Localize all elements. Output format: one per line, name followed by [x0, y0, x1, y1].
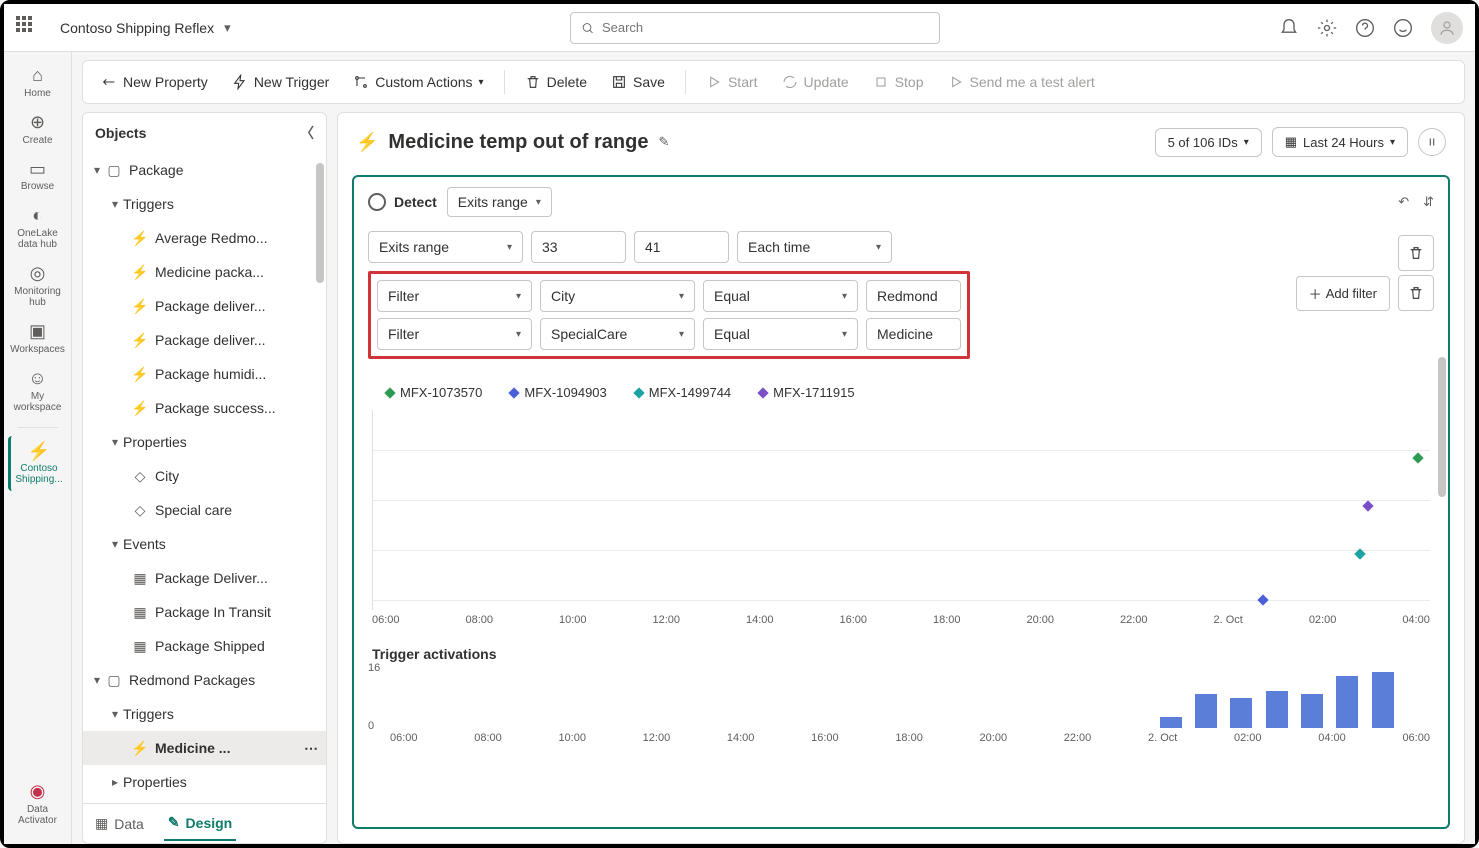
- tree-package[interactable]: ▾▢Package: [83, 153, 326, 187]
- detect-label: Detect: [394, 194, 437, 210]
- start-button[interactable]: Start: [696, 68, 768, 96]
- save-button[interactable]: Save: [601, 68, 675, 96]
- time-range-dropdown[interactable]: ▦Last 24 Hours▾: [1272, 127, 1408, 157]
- tree-property-item[interactable]: ◇City: [83, 459, 326, 493]
- tree-redmond[interactable]: ▾▢Redmond Packages: [83, 663, 326, 697]
- rail-monitoring[interactable]: ◎Monitoring hub: [8, 258, 68, 314]
- delete-filter-button[interactable]: [1398, 235, 1434, 271]
- objects-header: Objects: [95, 125, 146, 141]
- tree-trigger-selected[interactable]: ⚡Medicine ...⋯: [83, 731, 326, 765]
- x-axis-2: 06:0008:0010:0012:0014:0016:0018:0020:00…: [372, 728, 1430, 756]
- tree-property-item[interactable]: ◇Special care: [83, 493, 326, 527]
- rail-workspaces[interactable]: ▣Workspaces: [8, 316, 68, 361]
- chevron-down-icon[interactable]: ▾: [224, 20, 231, 36]
- x-axis: 06:0008:0010:0012:0014:0016:0018:0020:00…: [372, 610, 1430, 638]
- range-high-input[interactable]: 41: [634, 231, 729, 263]
- filter-value-input[interactable]: Medicine: [866, 318, 961, 350]
- rail-my-workspace[interactable]: ☺My workspace: [8, 363, 68, 419]
- settings-icon[interactable]: [1317, 18, 1337, 38]
- add-filter-button[interactable]: ＋Add filter: [1296, 276, 1390, 311]
- new-property-button[interactable]: New Property: [91, 68, 218, 96]
- filter-type-dropdown[interactable]: Filter▾: [377, 318, 532, 350]
- rail-browse[interactable]: ▭Browse: [8, 154, 68, 199]
- edit-title-icon[interactable]: ✎: [658, 134, 669, 150]
- tree-trigger-item[interactable]: ⚡Package success...: [83, 391, 326, 425]
- tree-trigger-item[interactable]: ⚡Package humidi...: [83, 357, 326, 391]
- delete-button[interactable]: Delete: [515, 68, 597, 96]
- tree-event-item[interactable]: ▦Package Shipped: [83, 629, 326, 663]
- tree-events[interactable]: ▾Events: [83, 527, 326, 561]
- left-rail: ⌂Home ⊕Create ▭Browse ◐OneLake data hub …: [4, 52, 72, 844]
- tree-redmond-properties[interactable]: ▸Properties: [83, 765, 326, 799]
- send-test-alert-button[interactable]: Send me a test alert: [938, 68, 1105, 96]
- frequency-dropdown[interactable]: Each time▾: [737, 231, 892, 263]
- adjust-icon[interactable]: ⇵: [1423, 194, 1434, 210]
- detect-card: Detect Exits range▾ ↶ ⇵ Exits range▾ 33 …: [352, 175, 1450, 829]
- feedback-icon[interactable]: [1393, 18, 1413, 38]
- tab-design[interactable]: ✎Design: [164, 806, 236, 841]
- app-title[interactable]: Contoso Shipping Reflex: [60, 20, 214, 36]
- tab-data[interactable]: ▦Data: [91, 807, 148, 840]
- tree-event-item[interactable]: ▦Package Deliver...: [83, 561, 326, 595]
- filter-op-dropdown[interactable]: Equal▾: [703, 280, 858, 312]
- user-avatar[interactable]: [1431, 12, 1463, 44]
- bolt-icon: ⚡: [356, 132, 378, 153]
- tree-trigger-item[interactable]: ⚡Medicine packa...: [83, 255, 326, 289]
- scrollbar-thumb[interactable]: [316, 163, 324, 283]
- target-icon: [368, 193, 386, 211]
- tree-trigger-item[interactable]: ⚡Package deliver...: [83, 323, 326, 357]
- detect-mode-dropdown[interactable]: Exits range▾: [447, 187, 552, 217]
- help-icon[interactable]: [1355, 18, 1375, 38]
- command-bar: New Property New Trigger Custom Actions▾…: [82, 60, 1465, 104]
- ids-filter-dropdown[interactable]: 5 of 106 IDs▾: [1155, 128, 1262, 157]
- y-tick: 0: [368, 720, 374, 732]
- scatter-chart: [372, 410, 1430, 610]
- bar-chart: 16 0: [372, 666, 1430, 728]
- filters-highlight: Filter▾ City▾ Equal▾ Redmond Filter▾ Spe…: [368, 271, 970, 359]
- collapse-panel-icon[interactable]: 〈: [300, 123, 314, 143]
- search-input[interactable]: [570, 12, 940, 44]
- tree-event-item[interactable]: ▦Package In Transit: [83, 595, 326, 629]
- rail-onelake[interactable]: ◐OneLake data hub: [8, 200, 68, 256]
- tree-redmond-triggers[interactable]: ▾Triggers: [83, 697, 326, 731]
- main-content: ⚡ Medicine temp out of range ✎ 5 of 106 …: [337, 112, 1465, 844]
- scrollbar-thumb[interactable]: [1438, 357, 1446, 497]
- undo-icon[interactable]: ↶: [1398, 194, 1409, 210]
- condition-mode-dropdown[interactable]: Exits range▾: [368, 231, 523, 263]
- filter-value-input[interactable]: Redmond: [866, 280, 961, 312]
- search-field[interactable]: [602, 20, 929, 35]
- rail-data-activator[interactable]: ◉Data Activator: [8, 776, 68, 832]
- notifications-icon[interactable]: [1279, 18, 1299, 38]
- chart2-title: Trigger activations: [372, 638, 1430, 666]
- filter-field-dropdown[interactable]: SpecialCare▾: [540, 318, 695, 350]
- range-low-input[interactable]: 33: [531, 231, 626, 263]
- y-tick: 16: [368, 662, 380, 674]
- tree-trigger-item[interactable]: ⚡Package deliver...: [83, 289, 326, 323]
- tree-properties[interactable]: ▾Properties: [83, 425, 326, 459]
- filter-type-dropdown[interactable]: Filter▾: [377, 280, 532, 312]
- custom-actions-button[interactable]: Custom Actions▾: [343, 68, 493, 96]
- filter-op-dropdown[interactable]: Equal▾: [703, 318, 858, 350]
- chart-legend: MFX-1073570MFX-1094903MFX-1499744MFX-171…: [372, 379, 1430, 410]
- rail-create[interactable]: ⊕Create: [8, 107, 68, 152]
- app-launcher-icon[interactable]: [16, 16, 40, 40]
- search-icon: [581, 21, 594, 35]
- filter-field-dropdown[interactable]: City▾: [540, 280, 695, 312]
- tree-trigger-item[interactable]: ⚡Average Redmo...: [83, 221, 326, 255]
- new-trigger-button[interactable]: New Trigger: [222, 68, 339, 96]
- topbar: Contoso Shipping Reflex ▾: [4, 4, 1475, 52]
- objects-tree: ▾▢Package ▾Triggers ⚡Average Redmo... ⚡M…: [83, 153, 326, 803]
- page-title: Medicine temp out of range: [388, 131, 648, 154]
- tree-triggers[interactable]: ▾Triggers: [83, 187, 326, 221]
- rail-home[interactable]: ⌂Home: [8, 60, 68, 105]
- stop-button[interactable]: Stop: [863, 68, 934, 96]
- delete-filter-button[interactable]: [1398, 275, 1434, 311]
- update-button[interactable]: Update: [772, 68, 859, 96]
- pause-button[interactable]: [1418, 128, 1446, 156]
- rail-contoso-shipping[interactable]: ⚡Contoso Shipping...: [8, 436, 68, 492]
- objects-panel: Objects 〈 ▾▢Package ▾Triggers ⚡Average R…: [82, 112, 327, 844]
